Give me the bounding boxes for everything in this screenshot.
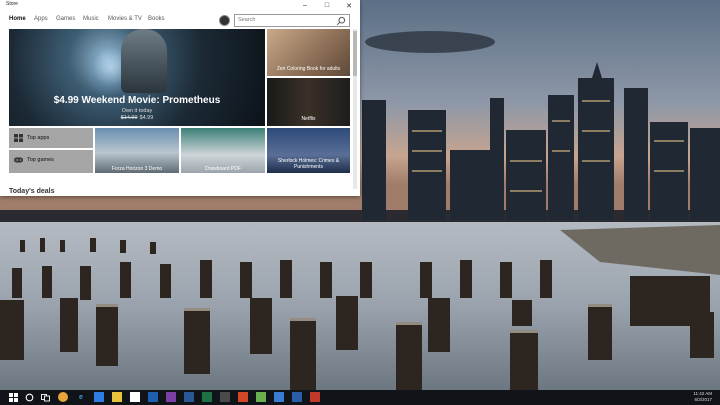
hero-banner-prometheus[interactable]: $4.99 Weekend Movie: Prometheus Own it t…	[9, 29, 265, 126]
title-bar[interactable]: Store – □ ✕	[0, 0, 360, 11]
tile-sherlock-holmes[interactable]: Sherlock Holmes: Crimes & Punishments	[267, 128, 350, 173]
system-clock[interactable]: 11:42 AM 6/3/2017	[693, 391, 712, 403]
top-apps-label: Top apps	[27, 135, 50, 141]
edge-icon[interactable]: e	[76, 392, 86, 402]
taskbar: e 11:42 AM 6/3/2017	[0, 390, 720, 405]
hero-old-price: $14.99	[120, 115, 138, 121]
section-heading: Today's deals	[9, 188, 55, 195]
app-icon-gray[interactable]	[220, 392, 230, 402]
store-content: $4.99 Weekend Movie: Prometheus Own it t…	[9, 29, 351, 196]
scrollbar-thumb[interactable]	[353, 31, 357, 76]
chrome-icon[interactable]	[58, 392, 68, 402]
hero-new-price: $4.99	[139, 115, 154, 121]
tile-zen-coloring-book[interactable]: Zen Coloring Book for adults	[267, 29, 350, 76]
close-button[interactable]: ✕	[338, 0, 360, 11]
app-icon-blue-2[interactable]	[274, 392, 284, 402]
tile-top-apps[interactable]: Top apps	[9, 128, 93, 148]
start-icon[interactable]	[8, 392, 18, 402]
tile-netflix[interactable]: Netflix	[267, 78, 350, 126]
gamepad-icon	[14, 157, 23, 163]
nav-games[interactable]: Games	[56, 16, 75, 22]
mail-icon[interactable]	[148, 392, 158, 402]
task-view-icon[interactable]	[40, 392, 50, 402]
search-box[interactable]: Search	[234, 14, 350, 27]
tile-drawboard-pdf[interactable]: Drawboard PDF	[181, 128, 265, 173]
tile-sherlock-caption: Sherlock Holmes: Crimes & Punishments	[277, 158, 340, 170]
hero-title: $4.99 Weekend Movie: Prometheus	[53, 95, 221, 106]
top-games-label: Top games	[27, 157, 54, 163]
pdf-reader-icon[interactable]	[310, 392, 320, 402]
hero-subtitle: Own it today	[121, 108, 153, 114]
search-placeholder: Search	[238, 17, 256, 23]
nav-books[interactable]: Books	[148, 16, 165, 22]
nav-apps[interactable]: Apps	[34, 16, 48, 22]
window-title: Store	[6, 1, 18, 7]
tile-pdf-caption: Drawboard PDF	[205, 166, 241, 172]
maximize-button[interactable]: □	[316, 0, 338, 11]
excel-icon[interactable]	[202, 392, 212, 402]
app-icon-green[interactable]	[256, 392, 266, 402]
tile-forza-caption: Forza Horizon 3 Demo	[111, 166, 163, 172]
user-avatar[interactable]	[219, 15, 230, 26]
app-icon-dark-blue[interactable]	[292, 392, 302, 402]
hero-figure	[121, 29, 167, 93]
nav-music[interactable]: Music	[83, 16, 99, 22]
search-icon[interactable]	[336, 16, 346, 26]
onenote-icon[interactable]	[166, 392, 176, 402]
file-explorer-icon[interactable]	[112, 392, 122, 402]
nav-movies-tv[interactable]: Movies & TV	[108, 16, 142, 22]
minimize-button[interactable]: –	[294, 0, 316, 11]
tile-top-games[interactable]: Top games	[9, 150, 93, 173]
nav-home[interactable]: Home	[9, 16, 26, 22]
tile-zen-caption: Zen Coloring Book for adults	[276, 66, 341, 72]
store-window[interactable]: Store – □ ✕ Home Apps Games Music Movies…	[0, 0, 360, 196]
tile-forza-horizon[interactable]: Forza Horizon 3 Demo	[95, 128, 179, 173]
cortana-icon[interactable]	[24, 392, 34, 402]
word-icon[interactable]	[184, 392, 194, 402]
vertical-scrollbar[interactable]	[353, 29, 357, 189]
hero-price: $14.99 $4.99	[9, 115, 265, 121]
store-icon[interactable]	[130, 392, 140, 402]
powerpoint-icon[interactable]	[238, 392, 248, 402]
apps-grid-icon	[14, 134, 23, 142]
clock-date: 6/3/2017	[694, 397, 712, 402]
tile-netflix-caption: Netflix	[301, 116, 316, 122]
app-icon-blue[interactable]	[94, 392, 104, 402]
